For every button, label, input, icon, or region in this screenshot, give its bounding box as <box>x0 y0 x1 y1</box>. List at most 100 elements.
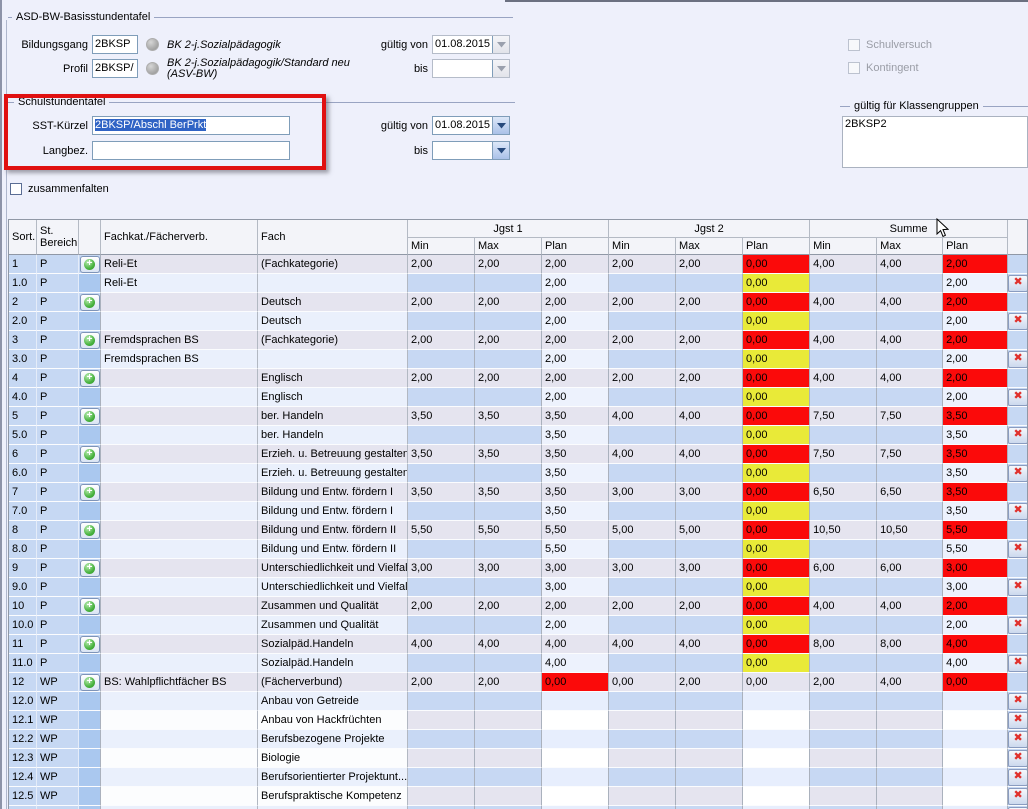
cell-summe-min[interactable] <box>810 464 877 483</box>
cell-jgst1-plan[interactable]: 2,00 <box>542 388 609 407</box>
cell-jgst2-min[interactable]: 2,00 <box>609 369 676 388</box>
add-row-button[interactable]: + <box>80 522 100 539</box>
cell-summe-min[interactable] <box>810 616 877 635</box>
cell-jgst1-min[interactable]: 3,50 <box>408 483 475 502</box>
cell-jgst2-max[interactable] <box>676 768 743 787</box>
cell-jgst1-max[interactable]: 3,00 <box>475 559 542 578</box>
cell-jgst2-max[interactable]: 2,00 <box>676 369 743 388</box>
cell-jgst2-plan[interactable]: 0,00 <box>743 464 810 483</box>
cell-jgst1-plan[interactable]: 2,00 <box>542 350 609 369</box>
cell-jgst2-min[interactable] <box>609 274 676 293</box>
cell-summe-min[interactable] <box>810 730 877 749</box>
cell-jgst1-plan[interactable]: 2,00 <box>542 369 609 388</box>
cell-jgst2-min[interactable]: 2,00 <box>609 597 676 616</box>
cell-jgst1-plan[interactable]: 2,00 <box>542 293 609 312</box>
cell-jgst2-plan[interactable]: 0,00 <box>743 445 810 464</box>
delete-row-button[interactable]: ✖ <box>1008 712 1027 729</box>
delete-row-button[interactable]: ✖ <box>1008 351 1027 368</box>
cell-summe-min[interactable] <box>810 654 877 673</box>
cell-summe-plan[interactable]: 3,50 <box>943 426 1008 445</box>
cell-jgst1-max[interactable] <box>475 616 542 635</box>
cell-jgst1-min[interactable]: 3,00 <box>408 559 475 578</box>
cell-jgst2-max[interactable]: 2,00 <box>676 293 743 312</box>
delete-row-button[interactable]: ✖ <box>1008 503 1027 520</box>
cell-summe-max[interactable] <box>877 654 943 673</box>
cell-jgst2-max[interactable]: 3,00 <box>676 483 743 502</box>
cell-jgst1-max[interactable] <box>475 464 542 483</box>
cell-jgst1-plan[interactable] <box>542 711 609 730</box>
cell-summe-plan[interactable]: 2,00 <box>943 255 1008 274</box>
cell-summe-min[interactable]: 8,00 <box>810 635 877 654</box>
cell-jgst2-plan[interactable]: 0,00 <box>743 521 810 540</box>
cell-summe-plan[interactable]: 3,00 <box>943 559 1008 578</box>
cell-summe-min[interactable]: 6,50 <box>810 483 877 502</box>
cell-jgst1-max[interactable]: 5,50 <box>475 521 542 540</box>
cell-jgst2-max[interactable]: 2,00 <box>676 255 743 274</box>
cell-jgst2-plan[interactable] <box>743 787 810 806</box>
cell-summe-plan[interactable]: 4,00 <box>943 635 1008 654</box>
cell-jgst2-max[interactable]: 4,00 <box>676 635 743 654</box>
cell-summe-max[interactable] <box>877 711 943 730</box>
delete-row-button[interactable]: ✖ <box>1008 427 1027 444</box>
cell-jgst2-max[interactable] <box>676 787 743 806</box>
cell-jgst1-min[interactable] <box>408 350 475 369</box>
cell-jgst2-plan[interactable]: 0,00 <box>743 388 810 407</box>
cell-jgst1-max[interactable]: 3,50 <box>475 445 542 464</box>
cell-summe-plan[interactable]: 3,50 <box>943 483 1008 502</box>
zusammenfalten-checkbox[interactable] <box>10 183 22 195</box>
column-header-fach[interactable]: Fach <box>258 220 408 255</box>
cell-jgst1-plan[interactable]: 3,50 <box>542 464 609 483</box>
cell-summe-max[interactable] <box>877 578 943 597</box>
add-row-button[interactable]: + <box>80 484 100 501</box>
cell-summe-plan[interactable] <box>943 692 1008 711</box>
cell-jgst2-min[interactable] <box>609 388 676 407</box>
cell-jgst2-plan[interactable]: 0,00 <box>743 559 810 578</box>
profil-field[interactable]: 2BKSP/ <box>92 59 138 78</box>
cell-jgst1-min[interactable]: 3,50 <box>408 407 475 426</box>
cell-jgst2-max[interactable] <box>676 654 743 673</box>
add-row-button[interactable]: + <box>80 256 100 273</box>
cell-jgst1-plan[interactable]: 2,00 <box>542 331 609 350</box>
cell-summe-max[interactable] <box>877 502 943 521</box>
cell-jgst2-max[interactable] <box>676 350 743 369</box>
cell-jgst2-min[interactable] <box>609 787 676 806</box>
cell-jgst1-max[interactable] <box>475 540 542 559</box>
cell-summe-max[interactable]: 7,50 <box>877 445 943 464</box>
cell-summe-max[interactable]: 4,00 <box>877 597 943 616</box>
cell-jgst1-plan[interactable]: 3,50 <box>542 502 609 521</box>
cell-jgst2-plan[interactable]: 0,00 <box>743 350 810 369</box>
cell-summe-max[interactable] <box>877 426 943 445</box>
klassengruppen-item[interactable]: 2BKSP2 <box>845 118 1025 130</box>
cell-jgst2-min[interactable]: 0,00 <box>609 673 676 692</box>
cell-jgst2-plan[interactable]: 0,00 <box>743 654 810 673</box>
cell-summe-max[interactable]: 6,50 <box>877 483 943 502</box>
cell-jgst1-plan[interactable]: 5,50 <box>542 521 609 540</box>
cell-summe-min[interactable]: 7,50 <box>810 445 877 464</box>
cell-jgst2-min[interactable]: 2,00 <box>609 255 676 274</box>
cell-jgst2-plan[interactable]: 0,00 <box>743 635 810 654</box>
cell-jgst2-max[interactable]: 5,00 <box>676 521 743 540</box>
cell-summe-max[interactable] <box>877 787 943 806</box>
cell-jgst1-min[interactable] <box>408 616 475 635</box>
cell-jgst2-plan[interactable]: 0,00 <box>743 369 810 388</box>
cell-jgst1-min[interactable] <box>408 426 475 445</box>
cell-summe-min[interactable]: 7,50 <box>810 407 877 426</box>
cell-jgst1-max[interactable] <box>475 787 542 806</box>
cell-jgst2-max[interactable]: 2,00 <box>676 331 743 350</box>
cell-summe-max[interactable]: 4,00 <box>877 293 943 312</box>
cell-summe-max[interactable] <box>877 692 943 711</box>
subheader-summe-min[interactable]: Min <box>810 238 877 255</box>
cell-summe-plan[interactable]: 2,00 <box>943 274 1008 293</box>
cell-jgst2-min[interactable] <box>609 464 676 483</box>
cell-jgst2-max[interactable] <box>676 388 743 407</box>
subheader-jgst2-plan[interactable]: Plan <box>743 238 810 255</box>
cell-jgst1-plan[interactable]: 2,00 <box>542 597 609 616</box>
cell-jgst1-max[interactable]: 3,50 <box>475 407 542 426</box>
cell-summe-min[interactable]: 10,50 <box>810 521 877 540</box>
cell-summe-min[interactable] <box>810 350 877 369</box>
cell-jgst1-max[interactable] <box>475 730 542 749</box>
cell-jgst1-plan[interactable]: 0,00 <box>542 673 609 692</box>
cell-summe-plan[interactable]: 2,00 <box>943 597 1008 616</box>
column-header-sort[interactable]: Sort. <box>9 220 37 255</box>
subheader-jgst2-max[interactable]: Max <box>676 238 743 255</box>
